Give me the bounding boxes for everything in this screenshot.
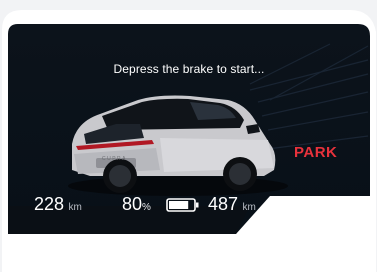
instrument-cluster: Depress the brake to start... CUPRA PARK…: [0, 0, 377, 272]
start-instruction: Depress the brake to start...: [113, 62, 265, 76]
range-right-unit: km: [242, 202, 256, 213]
car-badge: CUPRA: [102, 156, 128, 162]
cluster-screen: Depress the brake to start... CUPRA PARK…: [8, 24, 370, 234]
range-left-unit: km: [68, 202, 82, 213]
battery-percent-sign: %: [142, 202, 151, 213]
range-right: 487 km: [208, 194, 256, 215]
gear-indicator: PARK: [294, 144, 338, 161]
car-image: [68, 95, 288, 196]
battery-icon: [166, 198, 199, 212]
battery-percent-value: 80: [122, 194, 143, 214]
status-bar: 228 km 80% 487 km: [8, 194, 370, 222]
range-left-value: 228: [34, 194, 65, 214]
battery-percent: 80%: [122, 194, 151, 215]
range-left: 228 km: [34, 194, 82, 215]
range-right-value: 487: [208, 194, 239, 214]
